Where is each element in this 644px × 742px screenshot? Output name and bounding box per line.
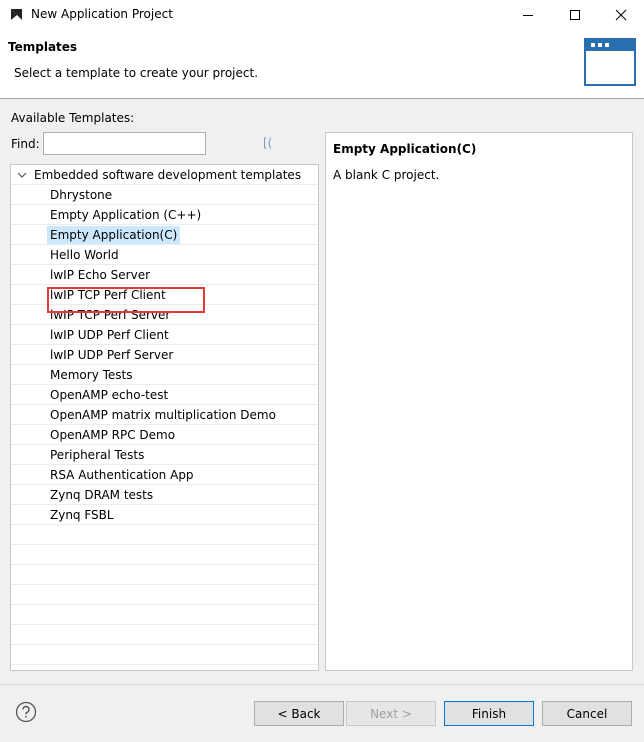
find-input[interactable] [43, 132, 206, 155]
back-button[interactable]: < Back [254, 701, 344, 726]
selection-highlight-annotation [47, 287, 205, 313]
template-item[interactable]: Empty Application (C++) [11, 205, 318, 225]
template-item-label: lwIP Echo Server [50, 268, 151, 282]
page-description: Select a template to create your project… [14, 66, 259, 80]
template-item-label: OpenAMP RPC Demo [50, 428, 176, 442]
tree-category-label: Embedded software development templates [34, 168, 302, 182]
maximize-button[interactable] [552, 0, 598, 30]
template-item-label: Zynq DRAM tests [50, 488, 154, 502]
template-item[interactable]: Empty Application(C) [11, 225, 318, 245]
find-label: Find: [11, 137, 40, 151]
template-item[interactable]: Zynq FSBL [11, 505, 318, 525]
window-template-icon [584, 38, 636, 86]
template-item[interactable]: OpenAMP RPC Demo [11, 425, 318, 445]
template-item[interactable]: lwIP UDP Perf Server [11, 345, 318, 365]
template-item-label: Peripheral Tests [50, 448, 145, 462]
template-item-label: OpenAMP echo-test [50, 388, 169, 402]
empty-row [11, 585, 318, 605]
empty-row [11, 665, 318, 670]
help-icon[interactable] [15, 701, 37, 723]
tree-category[interactable]: Embedded software development templates [11, 165, 318, 185]
empty-row [11, 545, 318, 565]
empty-row [11, 565, 318, 585]
template-item-label: RSA Authentication App [50, 468, 194, 482]
template-item-label: OpenAMP matrix multiplication Demo [50, 408, 276, 422]
page-title: Templates [8, 40, 78, 54]
template-item-label: Memory Tests [50, 368, 133, 382]
empty-row [11, 625, 318, 645]
window-title: New Application Project [31, 7, 173, 21]
empty-row [11, 525, 318, 545]
template-item[interactable]: OpenAMP echo-test [11, 385, 318, 405]
empty-row [11, 605, 318, 625]
template-item-label: Hello World [50, 248, 119, 262]
xilinx-app-icon [11, 9, 22, 20]
template-item[interactable]: Dhrystone [11, 185, 318, 205]
wizard-body: Available Templates: Find: [( Embedded s… [0, 99, 644, 684]
template-item-label: Dhrystone [50, 188, 113, 202]
template-description-panel: Empty Application(C) A blank C project. [325, 132, 633, 671]
template-item-label: lwIP UDP Perf Client [50, 328, 169, 342]
close-button[interactable] [598, 0, 644, 30]
maximize-icon [570, 10, 580, 20]
minimize-button[interactable] [505, 0, 551, 30]
available-templates-label: Available Templates: [11, 111, 135, 125]
cancel-button[interactable]: Cancel [542, 701, 632, 726]
template-item[interactable]: Peripheral Tests [11, 445, 318, 465]
template-item-label: Zynq FSBL [50, 508, 114, 522]
template-item[interactable]: Hello World [11, 245, 318, 265]
next-button[interactable]: Next > [346, 701, 436, 726]
empty-row [11, 645, 318, 665]
template-item[interactable]: RSA Authentication App [11, 465, 318, 485]
template-item-label: Empty Application (C++) [50, 208, 202, 222]
minimize-icon [523, 15, 533, 16]
description-title: Empty Application(C) [333, 142, 477, 156]
chevron-down-icon[interactable] [17, 171, 27, 179]
close-icon [615, 9, 627, 21]
template-tree[interactable]: Embedded software development templates … [10, 164, 319, 671]
title-bar: New Application Project [0, 0, 644, 30]
template-item-label: Empty Application(C) [47, 226, 181, 244]
clear-filter-icon[interactable]: [( [263, 136, 272, 150]
template-item[interactable]: Memory Tests [11, 365, 318, 385]
template-item[interactable]: Zynq DRAM tests [11, 485, 318, 505]
description-body: A blank C project. [333, 168, 440, 182]
wizard-header: Templates Select a template to create yo… [0, 30, 644, 99]
template-item[interactable]: lwIP Echo Server [11, 265, 318, 285]
wizard-footer: < Back Next > Finish Cancel [0, 684, 644, 742]
template-item[interactable]: OpenAMP matrix multiplication Demo [11, 405, 318, 425]
finish-button[interactable]: Finish [444, 701, 534, 726]
template-item-label: lwIP UDP Perf Server [50, 348, 174, 362]
template-item[interactable]: lwIP UDP Perf Client [11, 325, 318, 345]
